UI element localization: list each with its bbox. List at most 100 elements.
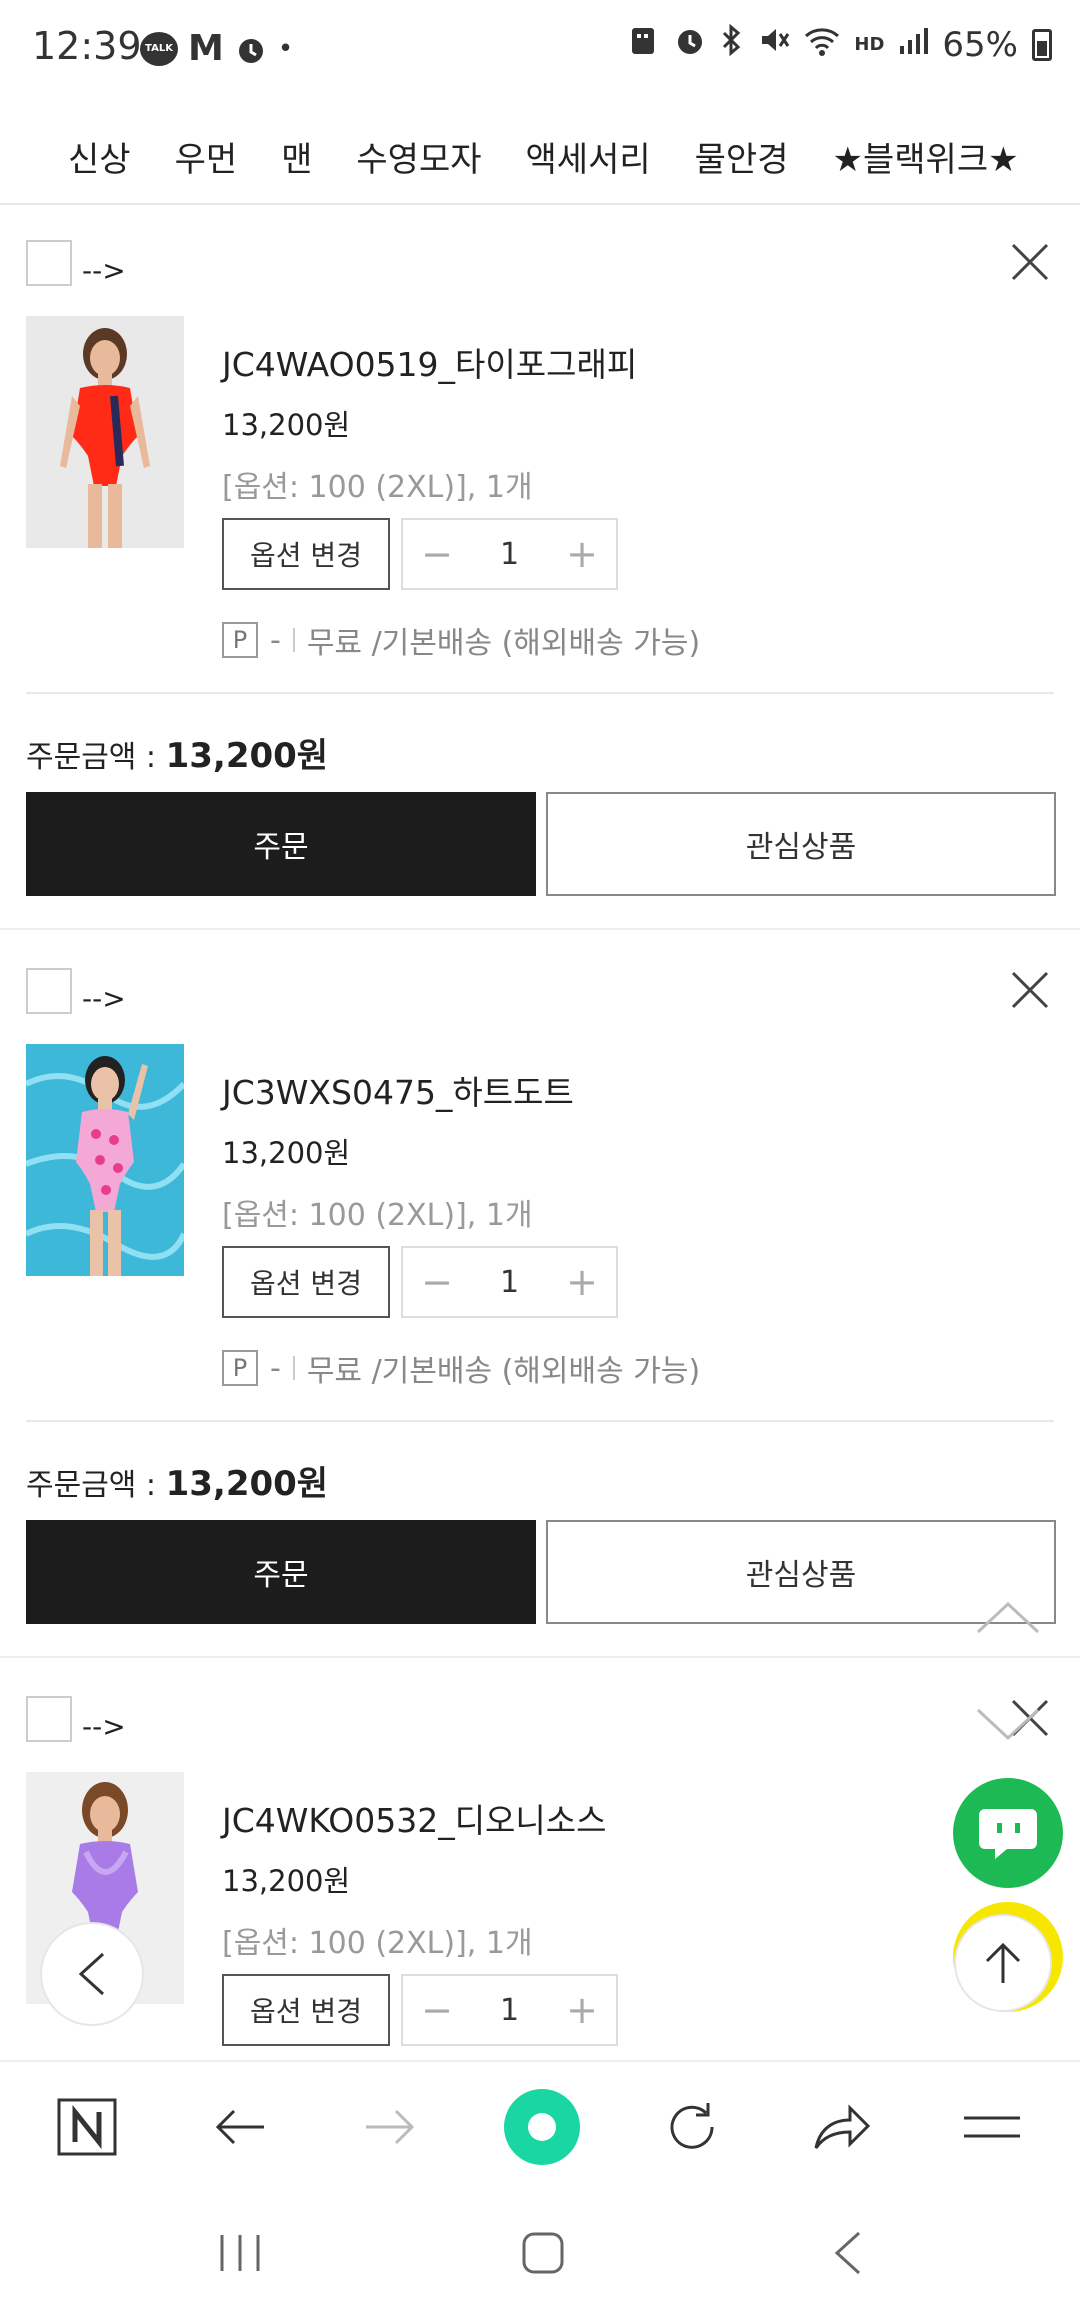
- product-price: 13,200원: [222, 1864, 351, 1898]
- arrow-left-icon: [215, 2109, 264, 2145]
- divider: [292, 1356, 295, 1380]
- product-image[interactable]: [26, 316, 184, 548]
- item-separator: [0, 1656, 1080, 1658]
- nav-item-men[interactable]: 맨: [281, 132, 312, 181]
- point-badge: P: [222, 622, 258, 658]
- shipping-info: P - 무료 /기본배송 (해외배송 가능): [222, 618, 700, 662]
- item-checkbox[interactable]: [26, 240, 72, 286]
- option-change-button[interactable]: 옵션 변경: [222, 518, 390, 590]
- quantity-value[interactable]: 1: [500, 1265, 519, 1300]
- mute-icon: [758, 24, 790, 65]
- system-back-button[interactable]: [778, 2190, 918, 2316]
- decrease-quantity-button[interactable]: −: [419, 1988, 455, 2032]
- order-total-value: 13,200원: [165, 1464, 329, 1504]
- back-button[interactable]: [180, 2062, 300, 2192]
- product-price: 13,200원: [222, 408, 351, 442]
- notification-dot: •: [277, 33, 294, 64]
- cart-item: --> JC4WKO0532_디오니소스 13,200원 [옵션: 100 (2…: [0, 1662, 1080, 2060]
- order-button[interactable]: 주문: [26, 792, 536, 896]
- battery-icon: [1032, 28, 1052, 61]
- share-icon: [814, 2104, 871, 2149]
- naver-green-dot-button[interactable]: [482, 2062, 602, 2192]
- naver-n-icon: [57, 2098, 117, 2156]
- status-bar: 12:39 TALK M • HD 65%: [0, 0, 1080, 96]
- point-value: -: [270, 1350, 281, 1386]
- product-image[interactable]: [26, 1044, 184, 1276]
- remove-item-icon[interactable]: [1010, 242, 1050, 282]
- point-badge: P: [222, 1350, 258, 1386]
- nav-item-goggles[interactable]: 물안경: [695, 132, 789, 181]
- share-button[interactable]: [782, 2062, 902, 2192]
- cart-item: --> JC3WXS0475_하트도트 13,200원 [옵션: 100 (2X…: [0, 934, 1080, 1662]
- gmail-icon: M: [188, 28, 224, 69]
- menu-button[interactable]: [932, 2062, 1052, 2192]
- green-dot-icon: [504, 2089, 580, 2165]
- product-name[interactable]: JC4WKO0532_디오니소스: [222, 1794, 607, 1842]
- chat-icon: [979, 1809, 1037, 1859]
- increase-quantity-button[interactable]: +: [564, 1260, 600, 1304]
- divider: [292, 628, 295, 652]
- building-icon: [630, 24, 660, 65]
- nav-item-accessories[interactable]: 액세서리: [526, 132, 651, 181]
- item-checkbox[interactable]: [26, 968, 72, 1014]
- quantity-stepper: − 1 +: [401, 1246, 618, 1318]
- order-total-label: 주문금액 :: [26, 1468, 166, 1503]
- nav-item-black-week[interactable]: ★블랙위크★: [833, 132, 1019, 181]
- forward-button[interactable]: [330, 2062, 450, 2192]
- home-icon: [522, 2232, 564, 2274]
- checkbox-label: -->: [82, 982, 126, 1015]
- wishlist-button[interactable]: 관심상품: [546, 792, 1056, 896]
- arrow-up-icon: [985, 1942, 1021, 1983]
- nav-item-women[interactable]: 우먼: [175, 132, 238, 181]
- quantity-value[interactable]: 1: [500, 1993, 519, 2028]
- scroll-to-top-button[interactable]: [954, 1914, 1052, 2012]
- bluetooth-icon: [720, 23, 744, 65]
- order-total-label: 주문금액 :: [26, 740, 166, 775]
- scroll-up-chevron-icon[interactable]: [976, 1600, 1040, 1640]
- naver-home-button[interactable]: [27, 2062, 147, 2192]
- wifi-icon: [804, 25, 840, 65]
- order-button[interactable]: 주문: [26, 1520, 536, 1624]
- order-total: 주문금액 : 13,200원: [26, 1456, 328, 1505]
- home-button[interactable]: [473, 2190, 613, 2316]
- product-option: [옵션: 100 (2XL)], 1개: [222, 1926, 533, 1961]
- chevron-left-icon: [78, 1952, 105, 1996]
- decrease-quantity-button[interactable]: −: [419, 532, 455, 576]
- decrease-quantity-button[interactable]: −: [419, 1260, 455, 1304]
- shipping-info: P - 무료 /기본배송 (해외배송 가능): [222, 1346, 700, 1390]
- increase-quantity-button[interactable]: +: [564, 532, 600, 576]
- chat-button[interactable]: [953, 1778, 1063, 1888]
- item-checkbox[interactable]: [26, 1696, 72, 1742]
- product-option: [옵션: 100 (2XL)], 1개: [222, 1198, 533, 1233]
- history-back-floating-button[interactable]: [40, 1922, 144, 2026]
- cart-item: --> JC4WAO0519_타이포그래피 13,200원 [옵션: 100 (…: [0, 206, 1080, 934]
- system-navigation-bar: [0, 2190, 1080, 2316]
- refresh-icon: [670, 2103, 714, 2149]
- product-name[interactable]: JC4WAO0519_타이포그래피: [222, 338, 637, 386]
- checkbox-label: -->: [82, 1710, 126, 1743]
- chevron-left-icon: [834, 2231, 861, 2275]
- hamburger-icon: [964, 2116, 1020, 2138]
- checkbox-label: -->: [82, 254, 126, 287]
- option-change-button[interactable]: 옵션 변경: [222, 1246, 390, 1318]
- point-value: -: [270, 622, 281, 658]
- order-total-value: 13,200원: [165, 736, 329, 776]
- recent-apps-button[interactable]: [170, 2190, 310, 2316]
- product-name[interactable]: JC3WXS0475_하트도트: [222, 1066, 574, 1114]
- recent-apps-icon: [220, 2235, 260, 2271]
- divider: [26, 692, 1054, 694]
- increase-quantity-button[interactable]: +: [564, 1988, 600, 2032]
- product-option: [옵션: 100 (2XL)], 1개: [222, 470, 533, 505]
- scroll-down-chevron-icon[interactable]: [976, 1706, 1040, 1746]
- arrow-right-icon: [366, 2109, 415, 2145]
- order-total: 주문금액 : 13,200원: [26, 728, 328, 777]
- alarm-icon: [674, 24, 706, 65]
- browser-toolbar: [0, 2060, 1080, 2190]
- shipping-text: 무료 /기본배송 (해외배송 가능): [306, 1354, 701, 1389]
- refresh-button[interactable]: [632, 2062, 752, 2192]
- nav-item-new[interactable]: 신상: [68, 132, 131, 181]
- option-change-button[interactable]: 옵션 변경: [222, 1974, 390, 2046]
- quantity-value[interactable]: 1: [500, 537, 519, 572]
- nav-item-swim-cap[interactable]: 수영모자: [356, 132, 481, 181]
- remove-item-icon[interactable]: [1010, 970, 1050, 1010]
